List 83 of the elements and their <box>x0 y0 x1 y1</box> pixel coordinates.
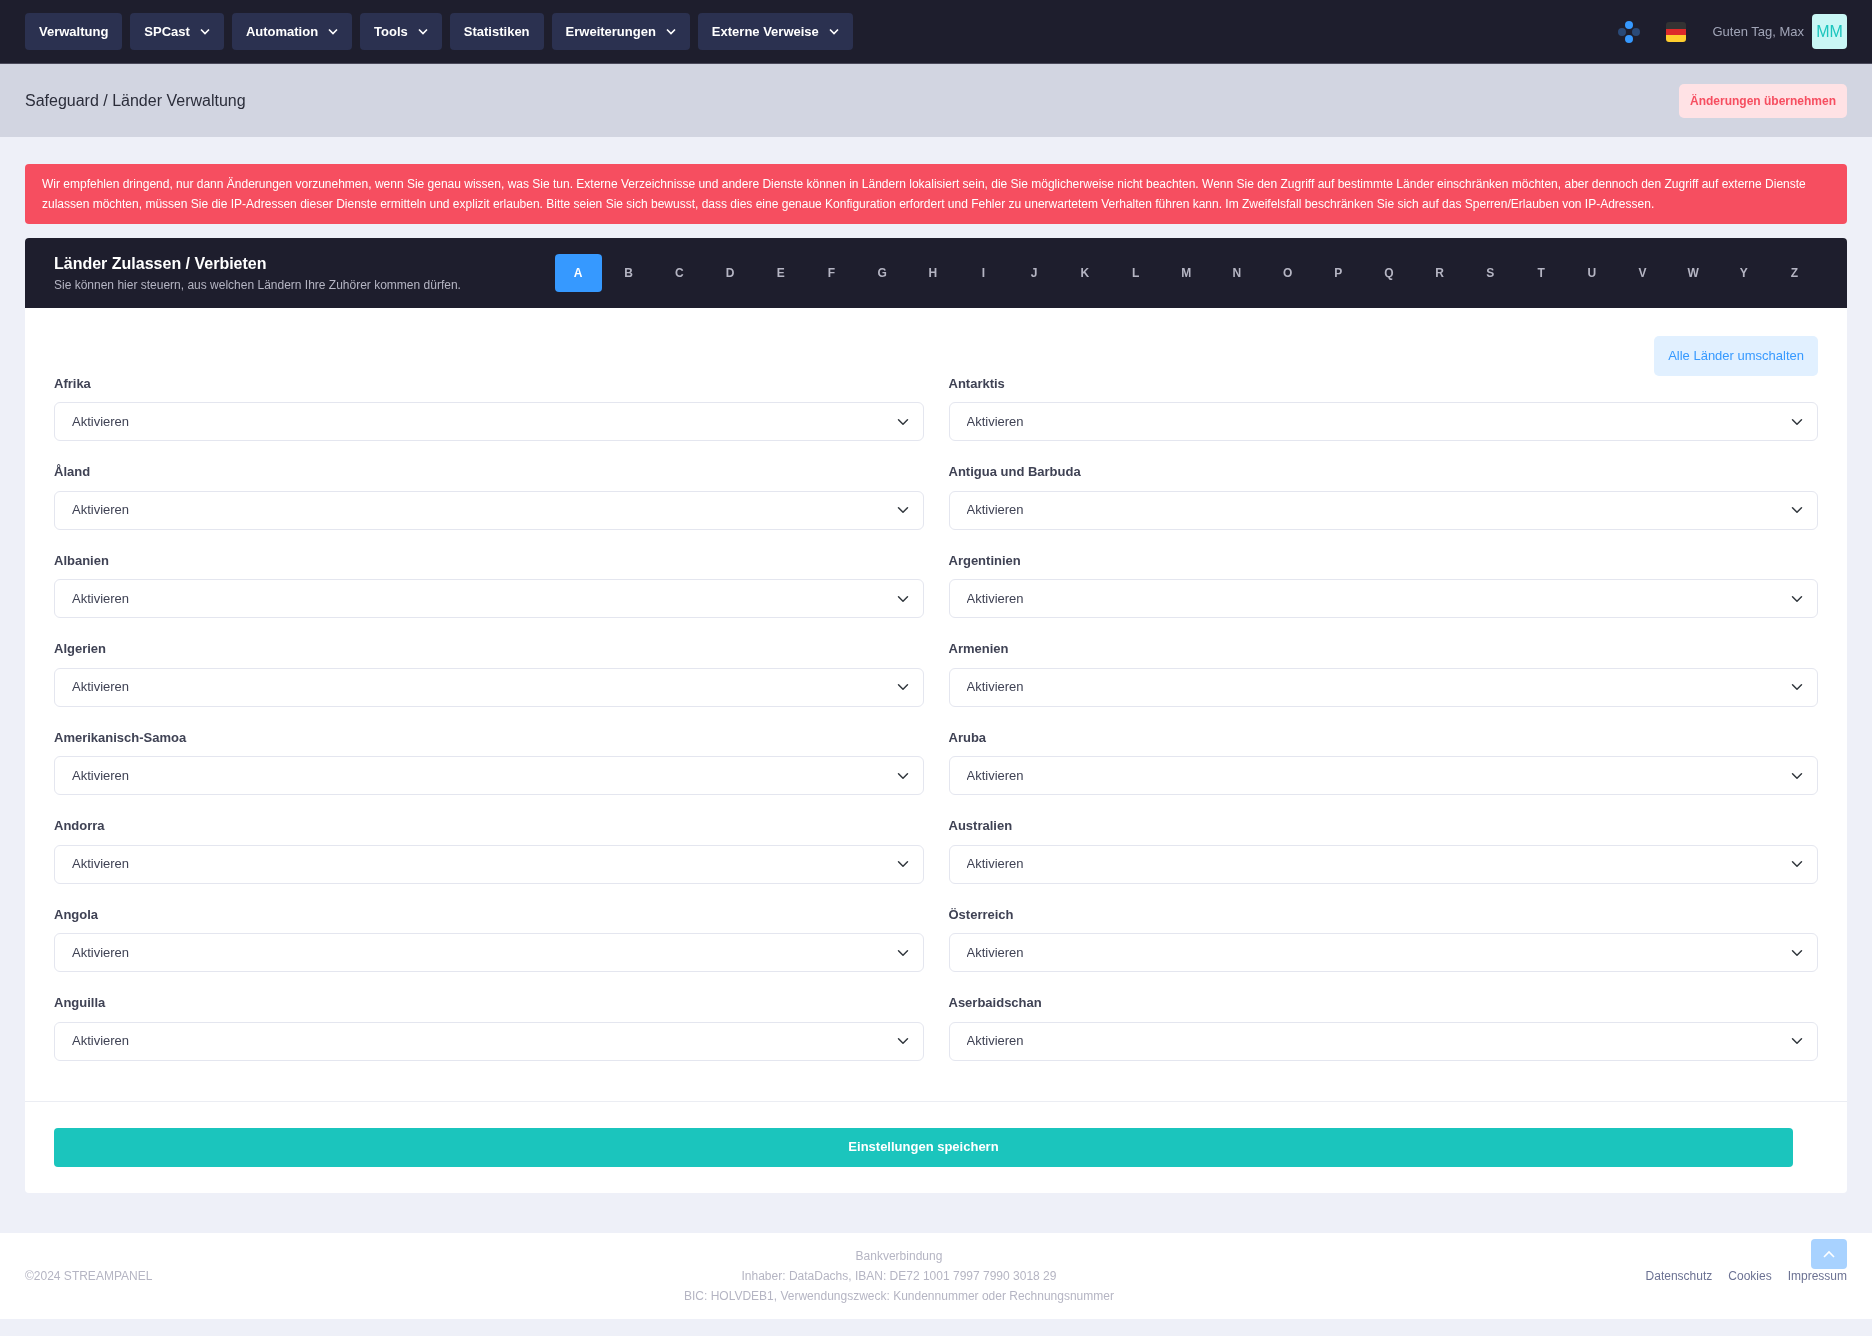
letter-tab[interactable]: Y <box>1720 254 1768 292</box>
caret-icon <box>828 28 839 35</box>
field-label: Amerikanisch-Samoa <box>54 728 188 747</box>
flag-icon[interactable] <box>1666 21 1687 42</box>
letter-tab[interactable]: G <box>858 254 906 292</box>
breadcrumb: Safeguard / Länder Verwaltung <box>25 90 246 111</box>
country-select[interactable]: Aktivieren <box>54 402 924 441</box>
field-label: Angola <box>54 905 100 924</box>
country-select[interactable]: Aktivieren <box>54 667 924 707</box>
country-select[interactable]: Aktivieren <box>948 402 1818 441</box>
card-title: Länder Zulassen / Verbieten <box>54 254 268 274</box>
nav-button[interactable]: Verwaltung <box>25 12 123 51</box>
letter-tab[interactable]: K <box>1061 254 1109 292</box>
country-select[interactable]: Aktivieren <box>54 490 924 530</box>
letter-tab[interactable]: B <box>605 254 653 292</box>
letter-tab[interactable]: F <box>807 254 855 292</box>
field-label: Antigua und Barbuda <box>948 463 1082 481</box>
field-label: Argentinien <box>948 551 1022 570</box>
letter-tab[interactable]: H <box>909 254 957 292</box>
letter-tab[interactable]: T <box>1517 254 1565 292</box>
caret-icon <box>417 28 428 35</box>
footer-text: Inhaber: DataDachs, IBAN: DE72 1001 7997 7990 3018 29 <box>740 1267 1058 1285</box>
field-label: Andorra <box>54 817 106 835</box>
letter-tab[interactable]: U <box>1568 254 1616 292</box>
caret-icon <box>328 28 339 35</box>
chevron-up-icon <box>1823 1249 1835 1258</box>
country-select[interactable]: Aktivieren <box>54 756 924 795</box>
country-select[interactable]: Aktivieren <box>948 756 1818 795</box>
apps-icon[interactable] <box>1618 20 1641 43</box>
country-select[interactable]: Aktivieren <box>54 844 924 884</box>
country-select[interactable]: Aktivieren <box>54 933 924 972</box>
field-label: Antarktis <box>948 374 1006 393</box>
country-select[interactable]: Aktivieren <box>54 579 924 618</box>
field-label: Aruba <box>948 728 988 747</box>
letter-tab[interactable]: Z <box>1771 254 1818 292</box>
letter-tab[interactable]: S <box>1466 254 1514 292</box>
country-select[interactable]: Aktivieren <box>948 490 1818 530</box>
letter-tab[interactable]: I <box>960 254 1007 292</box>
dropdown-button[interactable]: Externe Verweise <box>697 12 853 51</box>
warning-alert: Wir empfehlen dringend, nur dann Änderungen vorzunehmen, wenn Sie genau wissen, was Sie tun. Externe Verzeichnisse und andere Dienste können in Ländern lokalisiert sein, die Sie möglicherweise nicht beachten. Wenn Sie den Zugriff auf bestimmte Länder einschränken möchten, aber dennoch den Zugriff auf externe Dienste zulassen möchten, müssen Sie die IP-Adressen dieser Dienste ermitteln und explizit erlauben. Bitte seien Sie sich bewusst, dass dies eine genaue Konfiguration erfordert und Fehler zu unerwartetem Verhalten führen kann. Im Zweifelsfall beschränken Sie sich auf das Sperren/Erlauben von IP-Adressen. <box>25 164 1847 224</box>
letter-tab[interactable]: D <box>706 254 754 292</box>
card-subtitle: Sie können hier steuern, aus welchen Ländern Ihre Zuhörer kommen dürfen. <box>54 277 462 294</box>
footer-link[interactable]: Impressum <box>1787 1266 1847 1285</box>
dropdown-button[interactable]: Tools <box>360 12 442 51</box>
field-label: Albanien <box>54 551 110 570</box>
copyright-text: ©2024 STREAMPANEL <box>25 1267 153 1285</box>
country-select[interactable]: Aktivieren <box>948 579 1818 618</box>
letter-tab[interactable]: C <box>655 254 703 292</box>
country-select[interactable]: Aktivieren <box>948 667 1818 707</box>
letter-tab[interactable]: Q <box>1365 254 1413 292</box>
letter-tab[interactable]: P <box>1314 254 1362 292</box>
country-select[interactable]: Aktivieren <box>948 844 1818 884</box>
caret-icon <box>199 28 210 35</box>
field-label: Australien <box>948 817 1014 835</box>
footer-text: Bankverbindung <box>854 1247 944 1265</box>
letter-tab[interactable]: V <box>1618 254 1666 292</box>
letter-tab[interactable]: O <box>1264 254 1312 292</box>
dropdown-button[interactable]: SPCast <box>130 12 224 51</box>
footer-text: BIC: HOLVDEB1, Verwendungszweck: Kundennummer oder Rechnungsnummer <box>683 1287 1114 1305</box>
dropdown-button[interactable]: Automation <box>231 12 353 51</box>
country-select[interactable]: Aktivieren <box>948 1021 1818 1061</box>
letter-tab[interactable]: M <box>1162 254 1210 292</box>
country-select[interactable]: Aktivieren <box>948 933 1818 972</box>
letter-tab[interactable]: N <box>1213 254 1261 292</box>
footer-link[interactable]: Cookies <box>1728 1266 1772 1285</box>
field-label: Anguilla <box>54 994 107 1012</box>
letter-tab[interactable]: R <box>1416 254 1464 292</box>
nav-button[interactable]: Statistiken <box>449 12 544 51</box>
field-label: Algerien <box>54 640 107 658</box>
caret-icon <box>665 28 676 35</box>
footer-link[interactable]: Datenschutz <box>1645 1266 1713 1285</box>
country-select[interactable]: Aktivieren <box>54 1021 924 1061</box>
letter-tab[interactable]: J <box>1010 254 1058 292</box>
field-label: Österreich <box>948 905 1015 924</box>
field-label: Aserbaidschan <box>948 994 1043 1012</box>
field-label: Armenien <box>948 640 1010 658</box>
field-label: Åland <box>54 463 92 481</box>
greeting-text: Guten Tag, Max <box>1712 22 1804 41</box>
dropdown-button[interactable]: Erweiterungen <box>551 12 690 51</box>
letter-tab[interactable]: E <box>757 254 805 292</box>
field-label: Afrika <box>54 374 92 393</box>
letter-tab[interactable]: W <box>1669 254 1717 292</box>
letter-tab[interactable]: L <box>1112 254 1160 292</box>
